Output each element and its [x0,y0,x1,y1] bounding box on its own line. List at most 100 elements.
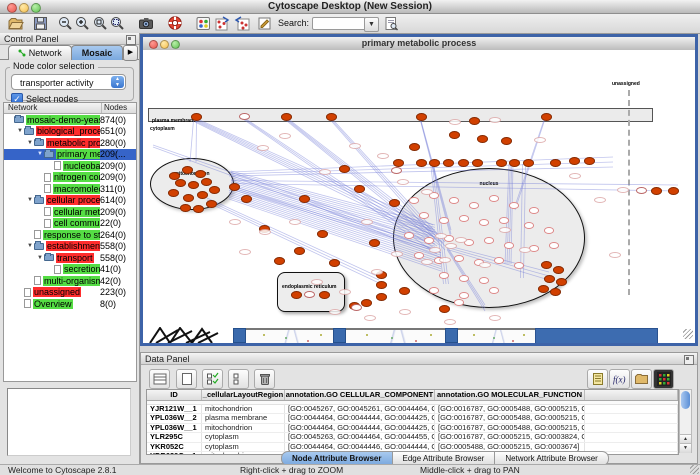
gene-node[interactable] [550,288,561,296]
gene-node[interactable] [553,266,564,274]
scroll-down-icon[interactable]: ▼ [680,443,691,453]
gene-node[interactable] [229,183,240,191]
gene-node[interactable] [449,131,460,139]
nucleus-gene-node[interactable] [489,287,499,294]
gene-node[interactable] [201,178,212,186]
gene-node[interactable] [541,113,552,121]
search-options-dropdown[interactable]: ▼ [364,17,379,32]
gene-node-unselected[interactable] [391,167,402,174]
gene-node[interactable] [274,257,285,265]
combobox-stepper-icon[interactable]: ▲▼ [111,76,124,88]
gene-node[interactable] [556,278,567,286]
zoom-out-icon[interactable] [57,15,74,32]
gene-node[interactable] [319,291,330,299]
gene-node[interactable] [182,166,193,174]
nucleus-gene-node[interactable] [484,237,494,244]
gene-node[interactable] [317,230,328,238]
table-row[interactable]: YJR121W__1mitochondrion[GO:0045267, GO:0… [147,405,678,414]
expand-arrow-icon[interactable]: ▼ [36,151,44,157]
nucleus-gene-node[interactable] [479,277,489,284]
gene-node[interactable] [393,159,404,167]
gene-node[interactable] [541,261,552,269]
nucleus-gene-node[interactable] [494,257,504,264]
gene-node[interactable] [168,189,179,197]
nucleus-gene-node[interactable] [459,215,469,222]
tree-row[interactable]: ▼cellular process614(0) [4,195,136,207]
tree-row[interactable]: response to stimulu264(0) [4,229,136,241]
nucleus-gene-node[interactable] [454,299,464,306]
tree-row[interactable]: mosaic-demo-yeast874(0) [4,114,136,126]
gene-node[interactable] [651,187,662,195]
nucleus-gene-node[interactable] [454,255,464,262]
gene-node[interactable] [369,239,380,247]
gene-node[interactable] [443,159,454,167]
float-panel-icon[interactable] [684,355,694,365]
expand-arrow-icon[interactable]: ▼ [26,243,34,249]
gene-node[interactable] [550,159,561,167]
select-attributes-icon[interactable] [202,369,223,389]
gene-node[interactable] [326,113,337,121]
nucleus-gene-node[interactable] [429,287,439,294]
notes-icon[interactable] [587,369,608,389]
nucleus-gene-node[interactable] [409,197,419,204]
nucleus-gene-node[interactable] [544,227,554,234]
gene-node[interactable] [399,287,410,295]
minimize-window-icon[interactable] [19,3,29,13]
annotation-icon[interactable] [256,15,273,32]
birds-eye-view[interactable] [7,388,131,456]
nucleus-gene-node[interactable] [504,242,514,249]
gene-node[interactable] [569,157,580,165]
gene-node-unselected[interactable] [636,187,647,194]
table-row[interactable]: YPL036W__2plasma membrane[GO:0044464, GO… [147,414,678,423]
table-scrollbar[interactable]: ▲ ▼ [679,389,692,453]
nucleus-gene-node[interactable] [509,202,519,209]
gene-node[interactable] [241,195,252,203]
gene-node[interactable] [376,293,387,301]
column-header[interactable]: annotation.GO CELLULAR_COMPONENT [285,390,435,400]
zoom-region-icon[interactable] [109,15,126,32]
gene-node[interactable] [188,181,199,189]
nucleus-gene-node[interactable] [459,292,469,299]
tree-row[interactable]: ▼biological_process651(0) [4,126,136,138]
gene-node[interactable] [175,179,186,187]
tree-row[interactable]: ▼transport558(0) [4,252,136,264]
node-color-combobox[interactable]: transporter activity ▲▼ [11,74,126,90]
window-resize-grip[interactable] [690,465,699,474]
tree-row[interactable]: unassigned223(0) [4,287,136,299]
gene-node[interactable] [668,187,679,195]
vizmapper-icon[interactable] [195,15,212,32]
gene-node[interactable] [329,259,340,267]
gene-node-unselected[interactable] [351,304,362,311]
tab-network[interactable]: Network [8,45,72,60]
nucleus-gene-node[interactable] [479,219,489,226]
gene-node[interactable] [376,281,387,289]
gene-node[interactable] [191,113,202,121]
float-panel-icon[interactable] [126,35,136,45]
zoom-in-icon[interactable] [74,15,91,32]
gene-node[interactable] [209,186,220,194]
view-resize-grip[interactable] [683,329,693,339]
gene-node[interactable] [294,247,305,255]
gene-node[interactable] [477,135,488,143]
attribute-table-icon[interactable] [149,369,170,389]
gene-node[interactable] [458,159,469,167]
gene-node-unselected[interactable] [304,291,315,298]
nucleus-gene-node[interactable] [404,232,414,239]
tree-row[interactable]: Overview8(0) [4,298,136,310]
column-header[interactable]: _cellularLayoutRegion [202,390,285,400]
tab-overflow-arrow[interactable]: ▶ [123,45,138,61]
help-icon[interactable] [167,15,184,32]
gene-node[interactable] [469,117,480,125]
network-a-icon[interactable] [214,15,231,32]
network-view-titlebar[interactable]: primary metabolic process [143,37,695,51]
tree-row[interactable]: nitrogen compo209(0) [4,172,136,184]
close-window-icon[interactable] [7,3,17,13]
gene-node[interactable] [538,285,549,293]
gene-node[interactable] [193,205,204,213]
zoom-window-icon[interactable] [31,3,41,13]
gene-node-unselected[interactable] [239,113,250,120]
expand-arrow-icon[interactable]: ▼ [26,197,34,203]
gene-node[interactable] [197,191,208,199]
new-attribute-icon[interactable] [176,369,197,389]
nucleus-gene-node[interactable] [469,202,479,209]
